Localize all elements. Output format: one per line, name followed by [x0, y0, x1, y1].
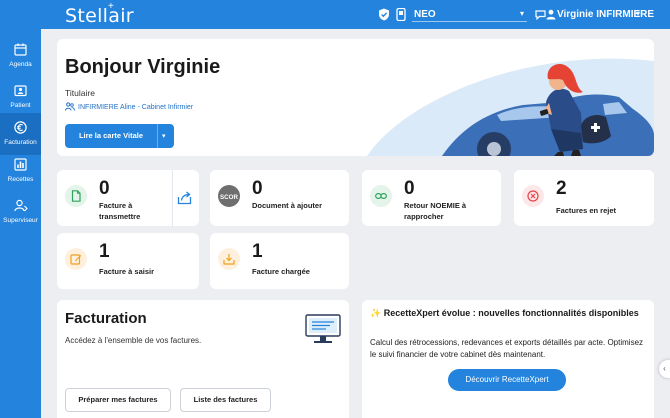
site-select-underline — [412, 21, 527, 22]
prepare-invoices-button[interactable]: Préparer mes factures — [65, 388, 171, 412]
stat-label: Facture à saisir — [99, 267, 155, 276]
recettexpert-card: ✨ RecetteXpert évolue : nouvelles foncti… — [362, 300, 654, 418]
stellair-logo[interactable]: Stellair — [65, 5, 134, 27]
facturation-card: Facturation Accédez à l'ensemble de vos … — [57, 300, 349, 418]
reject-icon — [527, 190, 539, 202]
shield-icon[interactable] — [378, 8, 390, 21]
read-vitale-card-button[interactable]: Lire la carte Vitale ▾ — [65, 124, 174, 148]
logo-mark: + — [108, 1, 114, 12]
stat-value: 1 — [252, 241, 263, 262]
site-select-value[interactable]: NEO — [414, 9, 436, 20]
stat-card-facture-chargee[interactable]: 1 Facture chargée — [210, 233, 349, 289]
chevron-down-icon[interactable]: ▾ — [636, 9, 640, 18]
stat-icon-wrap — [370, 185, 392, 207]
read-vitale-label: Lire la carte Vitale — [78, 131, 144, 140]
link-icon — [375, 192, 387, 200]
stat-icon-wrap — [522, 185, 544, 207]
facturation-title: Facturation — [65, 310, 147, 327]
stat-card-factures-a-transmettre[interactable]: 0 Facture à transmettre — [57, 170, 199, 226]
scor-badge-text: SCOR — [220, 194, 238, 201]
stat-label: Document à ajouter — [252, 201, 323, 210]
stat-icon-wrap — [65, 248, 87, 270]
sidebar: Agenda Patient Facturation Recettes Supe… — [0, 29, 41, 418]
stat-card-facture-a-saisir[interactable]: 1 Facture à saisir — [57, 233, 199, 289]
scor-icon: SCOR — [220, 194, 238, 201]
button-divider — [157, 124, 158, 148]
card-divider — [172, 170, 173, 226]
sidebar-item-agenda[interactable]: Agenda — [0, 35, 41, 77]
nurse-car-illustration — [367, 58, 654, 156]
recettexpert-description: Calcul des rétrocessions, redevances et … — [370, 338, 644, 359]
edit-icon — [70, 254, 82, 265]
sidebar-item-recettes[interactable]: Recettes — [0, 150, 41, 192]
cabinet-link[interactable]: INFIRMIERE Aline - Cabinet Infirmier — [65, 102, 193, 111]
chevron-down-icon[interactable]: ▾ — [162, 132, 166, 140]
stat-label: Facture à transmettre — [99, 201, 141, 221]
chevron-down-icon[interactable]: ▾ — [520, 9, 524, 18]
stat-label: Retour NOEMIE à rapprocher — [404, 201, 467, 221]
greeting-card: Bonjour Virginie Titulaire INFIRMIERE Al… — [57, 39, 654, 156]
greeting-title: Bonjour Virginie — [65, 56, 221, 78]
collapse-panel-toggle[interactable]: ‹ — [659, 360, 670, 378]
chat-icon[interactable] — [535, 9, 546, 20]
supervisor-icon — [14, 199, 28, 212]
stat-label: Factures en rejet — [556, 206, 617, 215]
stat-value: 2 — [556, 178, 567, 199]
card-reader-icon[interactable] — [395, 8, 407, 21]
stat-value: 0 — [252, 178, 263, 199]
users-icon — [65, 102, 75, 111]
user-icon[interactable] — [546, 9, 556, 20]
sidebar-item-superviseur[interactable]: Superviseur — [0, 191, 41, 233]
sidebar-item-label: Facturation — [4, 139, 37, 146]
cabinet-name: INFIRMIERE Aline - Cabinet Infirmier — [78, 104, 194, 111]
sidebar-item-patient[interactable]: Patient — [0, 76, 41, 118]
download-icon — [223, 254, 235, 265]
bar-chart-icon — [14, 158, 27, 171]
top-bar: Stellair + NEO ▾ Virginie INFIRMIERE ▾ — [0, 0, 670, 29]
stat-card-retour-noemie[interactable]: 0 Retour NOEMIE à rapprocher — [362, 170, 501, 226]
sidebar-item-facturation[interactable]: Facturation — [0, 113, 41, 155]
stat-value: 0 — [99, 178, 110, 199]
document-icon — [71, 190, 81, 202]
stat-card-documents[interactable]: SCOR 0 Document à ajouter — [210, 170, 349, 226]
invoice-list-button[interactable]: Liste des factures — [180, 388, 271, 412]
patient-folder-icon — [14, 85, 27, 97]
facturation-subtitle: Accédez à l'ensemble de vos factures. — [65, 336, 202, 345]
transmit-icon[interactable] — [177, 191, 192, 205]
sidebar-item-label: Agenda — [9, 61, 32, 68]
stat-card-factures-en-rejet[interactable]: 2 Factures en rejet — [514, 170, 654, 226]
sidebar-item-label: Recettes — [7, 176, 34, 183]
calendar-icon — [14, 43, 27, 56]
sparkle-icon: ✨ — [370, 308, 382, 318]
recettexpert-title: ✨ RecetteXpert évolue : nouvelles foncti… — [370, 308, 639, 318]
computer-illustration-icon — [305, 314, 341, 343]
euro-icon — [14, 121, 27, 134]
stat-icon-wrap — [218, 248, 240, 270]
stat-value: 0 — [404, 178, 415, 199]
stat-value: 1 — [99, 241, 110, 262]
stat-label: Facture chargée — [252, 267, 310, 276]
discover-recettexpert-button[interactable]: Découvrir RecetteXpert — [448, 369, 566, 391]
sidebar-item-label: Superviseur — [3, 217, 38, 224]
user-role: Titulaire — [65, 88, 95, 98]
sidebar-item-label: Patient — [10, 102, 31, 109]
scor-badge: SCOR — [218, 185, 240, 207]
stat-icon-wrap — [65, 185, 87, 207]
